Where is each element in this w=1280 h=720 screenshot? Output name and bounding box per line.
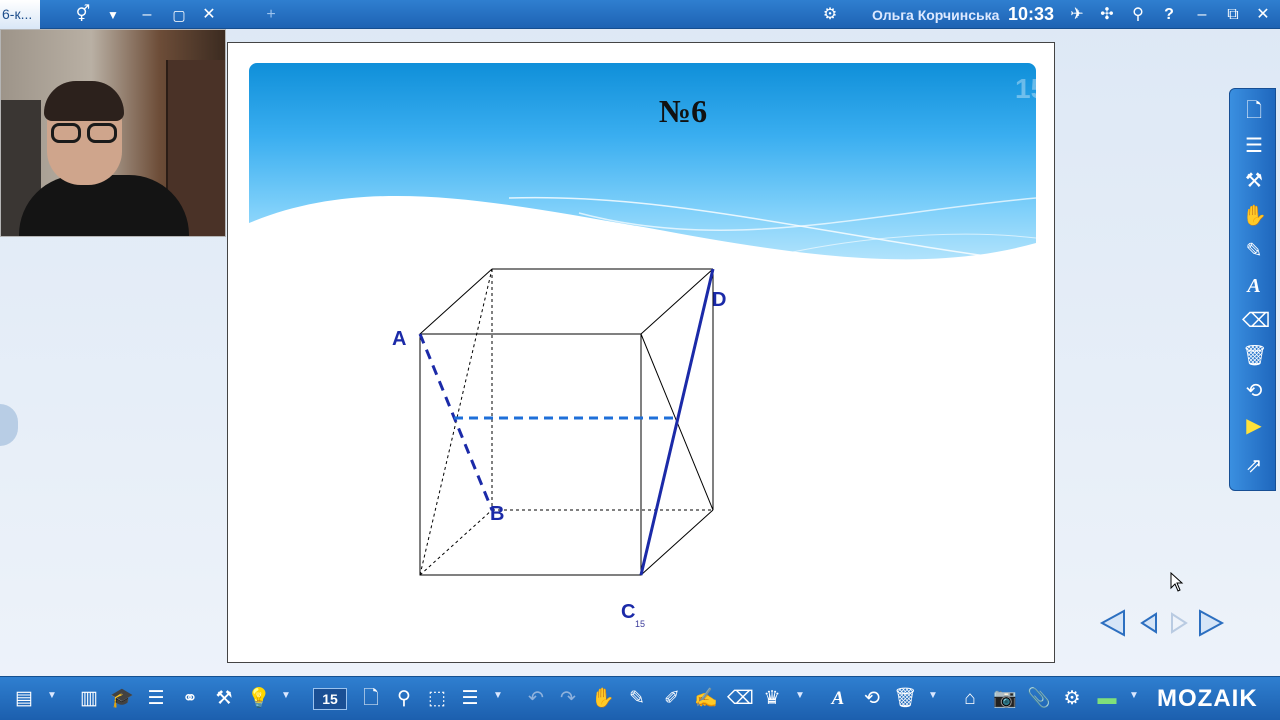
hand-icon[interactable]: ✋: [1242, 204, 1267, 228]
page-number-field[interactable]: 15: [313, 688, 347, 710]
close-icon[interactable]: ✕: [200, 6, 218, 24]
right-toolbar: 🗋 ☰ ⚒ ✋ ✎ A ⌫ 🗑 ⟲ ▶ ⇗: [1229, 88, 1276, 491]
book-icon[interactable]: ▥: [77, 687, 101, 711]
text-icon[interactable]: A: [1242, 274, 1266, 298]
minimize-icon[interactable]: –: [138, 6, 156, 24]
window-close-icon[interactable]: ✕: [1254, 6, 1272, 24]
hand-icon[interactable]: ✋: [591, 687, 615, 711]
dropdown-icon[interactable]: ▼: [493, 691, 503, 701]
undo-circle-icon[interactable]: ⟲: [860, 687, 884, 711]
apps-icon[interactable]: ✣: [1098, 6, 1116, 24]
last-slide-arrow[interactable]: [1196, 608, 1226, 638]
shapes-icon[interactable]: ⌂: [958, 687, 982, 711]
pen-icon[interactable]: ✎: [625, 687, 649, 711]
crop-icon[interactable]: ⬚: [425, 687, 449, 711]
graduation-cap-icon[interactable]: 🎓: [110, 687, 134, 711]
camera-icon[interactable]: 📷: [993, 687, 1017, 711]
label-c: C: [621, 601, 635, 623]
help-icon[interactable]: ?: [1160, 6, 1178, 24]
window-restore-icon[interactable]: ⧉: [1224, 6, 1242, 24]
pen-icon[interactable]: ✎: [1242, 239, 1266, 263]
undo-icon[interactable]: ↶: [524, 687, 548, 711]
binoculars-icon[interactable]: ⚭: [178, 687, 202, 711]
first-slide-arrow[interactable]: [1098, 608, 1128, 638]
mouse-cursor: [1170, 572, 1184, 592]
lightbulb-icon[interactable]: 💡: [247, 687, 271, 711]
bottom-toolbar: ▤ ▼ ▥ 🎓 ☰ ⚭ ⚒ 💡 ▼ 15 🗋 ⚲ ⬚ ☰ ▼ ↶ ↷ ✋ ✎ ✐…: [0, 676, 1280, 720]
mozaik-logo: MOZAIK: [1157, 685, 1258, 712]
undo-icon[interactable]: ⟲: [1242, 379, 1266, 403]
slide: 15 №6 A B C: [227, 42, 1055, 663]
zoom-icon[interactable]: ⚲: [392, 687, 416, 711]
stamp-icon[interactable]: ♛: [760, 687, 784, 711]
notes-icon[interactable]: ☰: [144, 687, 168, 711]
settings-icon[interactable]: ⚙: [821, 6, 839, 24]
hammer-icon[interactable]: ⚒: [1242, 169, 1266, 193]
new-tab-icon[interactable]: +: [262, 6, 280, 24]
dropdown-icon[interactable]: ▼: [795, 691, 805, 701]
next-slide-arrow[interactable]: [1164, 608, 1194, 638]
hammer-icon[interactable]: ⚒: [212, 687, 236, 711]
dropdown-icon[interactable]: ▼: [281, 691, 291, 701]
export-icon[interactable]: ⇗: [1242, 454, 1266, 478]
webcam-video[interactable]: [0, 29, 226, 237]
notes-icon[interactable]: ☰: [1242, 134, 1266, 158]
dropdown-icon[interactable]: ▼: [47, 691, 57, 701]
prev-slide-arrow[interactable]: [1134, 608, 1164, 638]
slide-footer-page: 15: [635, 619, 646, 629]
settings-icon[interactable]: ⚙: [1060, 687, 1084, 711]
window-minimize-icon[interactable]: –: [1193, 6, 1211, 24]
add-page-icon[interactable]: 🗋: [359, 687, 383, 711]
gender-icon[interactable]: ⚥: [74, 6, 92, 24]
text-icon[interactable]: A: [826, 687, 850, 711]
cube-diagram: A B C D: [392, 268, 726, 623]
eraser-icon[interactable]: ⌫: [1242, 309, 1270, 333]
eraser-icon[interactable]: ⌫: [727, 687, 754, 711]
screen-icon[interactable]: ▤: [12, 687, 36, 711]
trash-icon[interactable]: 🗑: [893, 687, 917, 711]
label-a: A: [392, 328, 406, 350]
brush-icon[interactable]: ✍: [694, 687, 718, 711]
clock: 10:33: [1008, 4, 1055, 24]
highlighter-icon[interactable]: ▬: [1095, 687, 1119, 711]
search-icon[interactable]: ⚲: [1129, 6, 1147, 24]
dropdown-icon[interactable]: ▼: [104, 6, 122, 24]
dropdown-icon[interactable]: ▼: [928, 691, 938, 701]
paperclip-icon[interactable]: 📎: [1027, 687, 1051, 711]
marker-icon[interactable]: ✐: [660, 687, 684, 711]
presenter: [19, 81, 189, 236]
line-cd: [639, 268, 715, 576]
user-name: Ольга Корчинська: [872, 7, 1000, 23]
rocket-icon[interactable]: ✈: [1068, 6, 1086, 24]
label-b: B: [490, 503, 504, 525]
maximize-icon[interactable]: ▢: [170, 6, 188, 24]
list-icon[interactable]: ☰: [458, 687, 482, 711]
dropdown-icon[interactable]: ▼: [1129, 691, 1139, 701]
document-tab[interactable]: 6-к...: [0, 0, 40, 29]
play-icon[interactable]: ▶: [1242, 414, 1266, 438]
new-page-icon[interactable]: 🗋: [1242, 99, 1266, 123]
top-bar: 6-к... ⚥ ▼ – ▢ ✕ + ⚙ Ольга Корчинська 10…: [0, 0, 1280, 29]
redo-icon[interactable]: ↷: [556, 687, 580, 711]
trash-icon[interactable]: 🗑: [1242, 344, 1267, 368]
label-d: D: [712, 289, 726, 311]
